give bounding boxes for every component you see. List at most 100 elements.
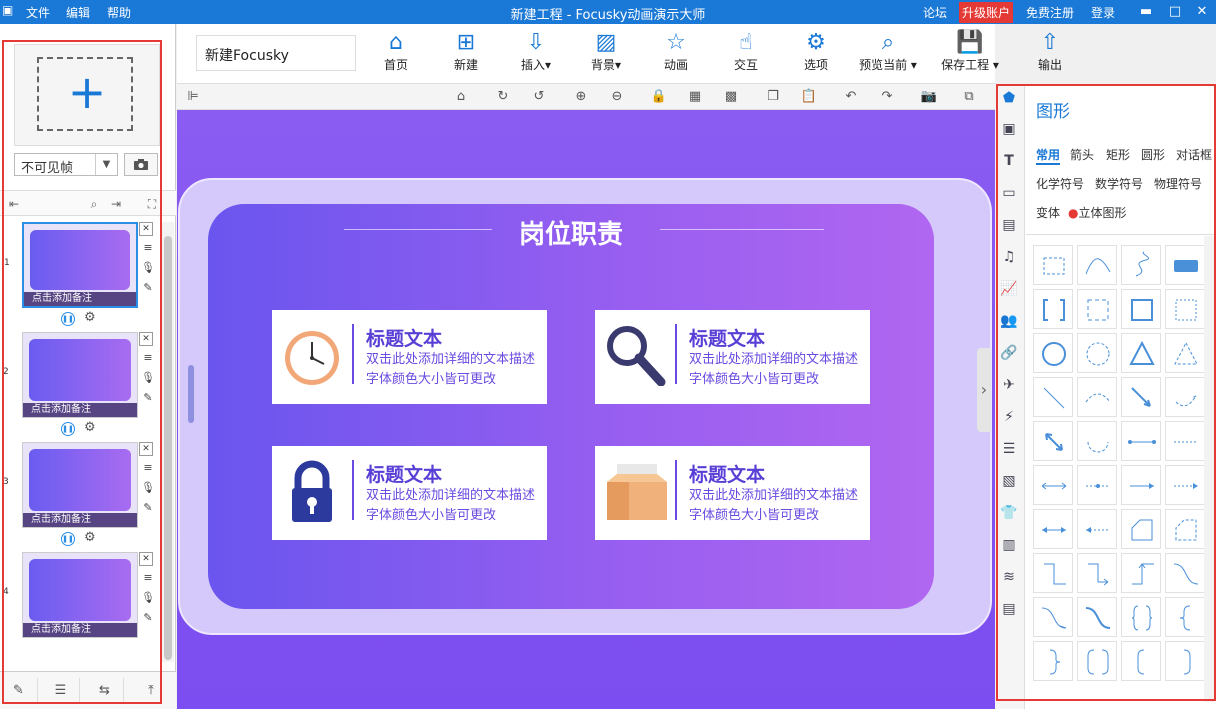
maximize-icon[interactable]: □ <box>1166 3 1184 21</box>
music-tab-icon[interactable]: ♫ <box>999 247 1019 267</box>
login-link[interactable]: 登录 <box>1091 4 1115 21</box>
edit-icon[interactable]: ✎ <box>141 281 155 295</box>
document-tab-icon[interactable]: ☰ <box>999 439 1019 459</box>
template-tab-icon[interactable]: ▤ <box>999 599 1019 619</box>
camera-button[interactable] <box>124 153 158 176</box>
shape-item[interactable] <box>1033 289 1073 329</box>
close-icon[interactable]: ✕ <box>139 332 153 346</box>
paste-icon[interactable]: 📋 <box>800 88 818 106</box>
menu-icon[interactable]: ≡ <box>141 351 155 365</box>
microphone-icon[interactable]: 🎙 <box>141 261 155 275</box>
slide-thumb-2[interactable]: 2 点击添加备注 <box>22 332 138 418</box>
layout-tab-icon[interactable]: ▥ <box>999 535 1019 555</box>
shape-item[interactable] <box>1077 553 1117 593</box>
shape-item[interactable] <box>1121 597 1161 637</box>
shape-item[interactable] <box>1121 509 1161 549</box>
lock-icon[interactable]: 🔒 <box>650 88 668 106</box>
category-variants[interactable]: 变体 <box>1036 204 1060 221</box>
ruler-icon[interactable]: ⊫ <box>184 88 202 106</box>
fit-frames-icon[interactable]: ⛶ <box>142 194 162 214</box>
category-rectangles[interactable]: 矩形 <box>1106 146 1130 163</box>
shape-item[interactable] <box>1077 421 1117 461</box>
gear-icon[interactable]: ⚙ <box>84 310 96 325</box>
forum-link[interactable]: 论坛 <box>923 4 947 21</box>
pause-icon[interactable]: ❚❚ <box>61 532 75 546</box>
shape-item[interactable] <box>1121 245 1161 285</box>
close-icon[interactable]: ✕ <box>139 552 153 566</box>
shape-item[interactable] <box>1165 597 1205 637</box>
options-button[interactable]: ⚙选项 <box>786 28 846 78</box>
content-card-1[interactable]: 标题文本 双击此处添加详细的文本描述字体颜色大小皆可更改 <box>272 310 547 404</box>
shape-item[interactable] <box>1165 641 1205 681</box>
flash-tab-icon[interactable]: ⚡ <box>999 407 1019 427</box>
shape-item[interactable] <box>1121 289 1161 329</box>
shape-item[interactable] <box>1165 377 1205 417</box>
zoom-in-icon[interactable]: ⊕ <box>572 88 590 106</box>
shape-item[interactable] <box>1165 245 1205 285</box>
category-common[interactable]: 常用 <box>1036 146 1060 165</box>
shape-item[interactable] <box>1077 641 1117 681</box>
people-tab-icon[interactable]: 👥 <box>999 311 1019 331</box>
shape-item[interactable] <box>1165 553 1205 593</box>
menu-icon[interactable]: ≡ <box>141 461 155 475</box>
content-card-2[interactable]: 标题文本 双击此处添加详细的文本描述字体颜色大小皆可更改 <box>595 310 870 404</box>
edit-path-icon[interactable]: ✎ <box>0 678 38 704</box>
category-arrows[interactable]: 箭头 <box>1070 146 1094 163</box>
interaction-button[interactable]: ☝交互 <box>716 28 776 78</box>
shape-item[interactable] <box>1165 465 1205 505</box>
shape-item[interactable] <box>1077 509 1117 549</box>
category-3d-shapes[interactable]: ●立体图形 <box>1068 204 1127 221</box>
rotate-left-icon[interactable]: ↺ <box>530 88 548 106</box>
image-tab-icon[interactable]: ▣ <box>999 119 1019 139</box>
pause-icon[interactable]: ❚❚ <box>61 422 75 436</box>
collapse-left-icon[interactable]: ⇤ <box>4 194 24 214</box>
redo-icon[interactable]: ↷ <box>878 88 896 106</box>
tshirt-tab-icon[interactable]: 👕 <box>999 503 1019 523</box>
animation-button[interactable]: ☆动画 <box>646 28 706 78</box>
category-math[interactable]: 数学符号 <box>1095 175 1143 192</box>
home-view-icon[interactable]: ⌂ <box>452 88 470 106</box>
undo-icon[interactable]: ↶ <box>842 88 860 106</box>
list-star-icon[interactable]: ☰ <box>42 678 80 704</box>
shape-item[interactable] <box>1165 509 1205 549</box>
video-tab-icon[interactable]: ▤ <box>999 215 1019 235</box>
upgrade-account-button[interactable]: 升级账户 <box>959 2 1013 23</box>
save-project-button[interactable]: 💾保存工程 ▾ <box>934 28 1006 78</box>
shape-item[interactable] <box>1033 641 1073 681</box>
microphone-icon[interactable]: 🎙 <box>141 371 155 385</box>
close-icon[interactable]: ✕ <box>139 442 153 456</box>
shape-item[interactable] <box>1033 597 1073 637</box>
content-card-4[interactable]: 标题文本 双击此处添加详细的文本描述字体颜色大小皆可更改 <box>595 446 870 540</box>
project-name-field[interactable]: 新建Focusky <box>196 35 356 71</box>
shape-item[interactable] <box>1121 553 1161 593</box>
menu-icon[interactable]: ≡ <box>141 241 155 255</box>
category-chemistry[interactable]: 化学符号 <box>1036 175 1084 192</box>
insert-button[interactable]: ⇩插入▾ <box>506 28 566 78</box>
shape-item[interactable] <box>1077 289 1117 329</box>
shape-item[interactable] <box>1077 465 1117 505</box>
speech-bubble-tab-icon[interactable]: ▭ <box>999 183 1019 203</box>
shape-item[interactable] <box>1165 333 1205 373</box>
slide-thumb-4[interactable]: 4 点击添加备注 <box>22 552 138 638</box>
close-icon[interactable]: ✕ <box>139 222 153 236</box>
edit-icon[interactable]: ✎ <box>141 501 155 515</box>
edit-icon[interactable]: ✎ <box>141 391 155 405</box>
content-card-3[interactable]: 标题文本 双击此处添加详细的文本描述字体颜色大小皆可更改 <box>272 446 547 540</box>
grid-settings-icon[interactable]: ▩ <box>722 88 740 106</box>
slide-note[interactable]: 点击添加备注 <box>24 292 136 306</box>
free-register-link[interactable]: 免费注册 <box>1026 4 1074 21</box>
shape-item[interactable] <box>1077 597 1117 637</box>
slide-thumb-3[interactable]: 3 点击添加备注 <box>22 442 138 528</box>
shape-item[interactable] <box>1077 245 1117 285</box>
text-tab-icon[interactable]: T <box>999 151 1019 171</box>
shape-item[interactable] <box>1033 333 1073 373</box>
copy-icon[interactable]: ❐ <box>764 88 782 106</box>
chart-tab-icon[interactable]: 📈 <box>999 279 1019 299</box>
edit-icon[interactable]: ✎ <box>141 611 155 625</box>
link-tab-icon[interactable]: 🔗 <box>999 343 1019 363</box>
shape-item[interactable] <box>1033 377 1073 417</box>
layers-tab-icon[interactable]: ≋ <box>999 567 1019 587</box>
shape-item[interactable] <box>1077 333 1117 373</box>
zoom-out-icon[interactable]: ⊖ <box>608 88 626 106</box>
menu-icon[interactable]: ≡ <box>141 571 155 585</box>
